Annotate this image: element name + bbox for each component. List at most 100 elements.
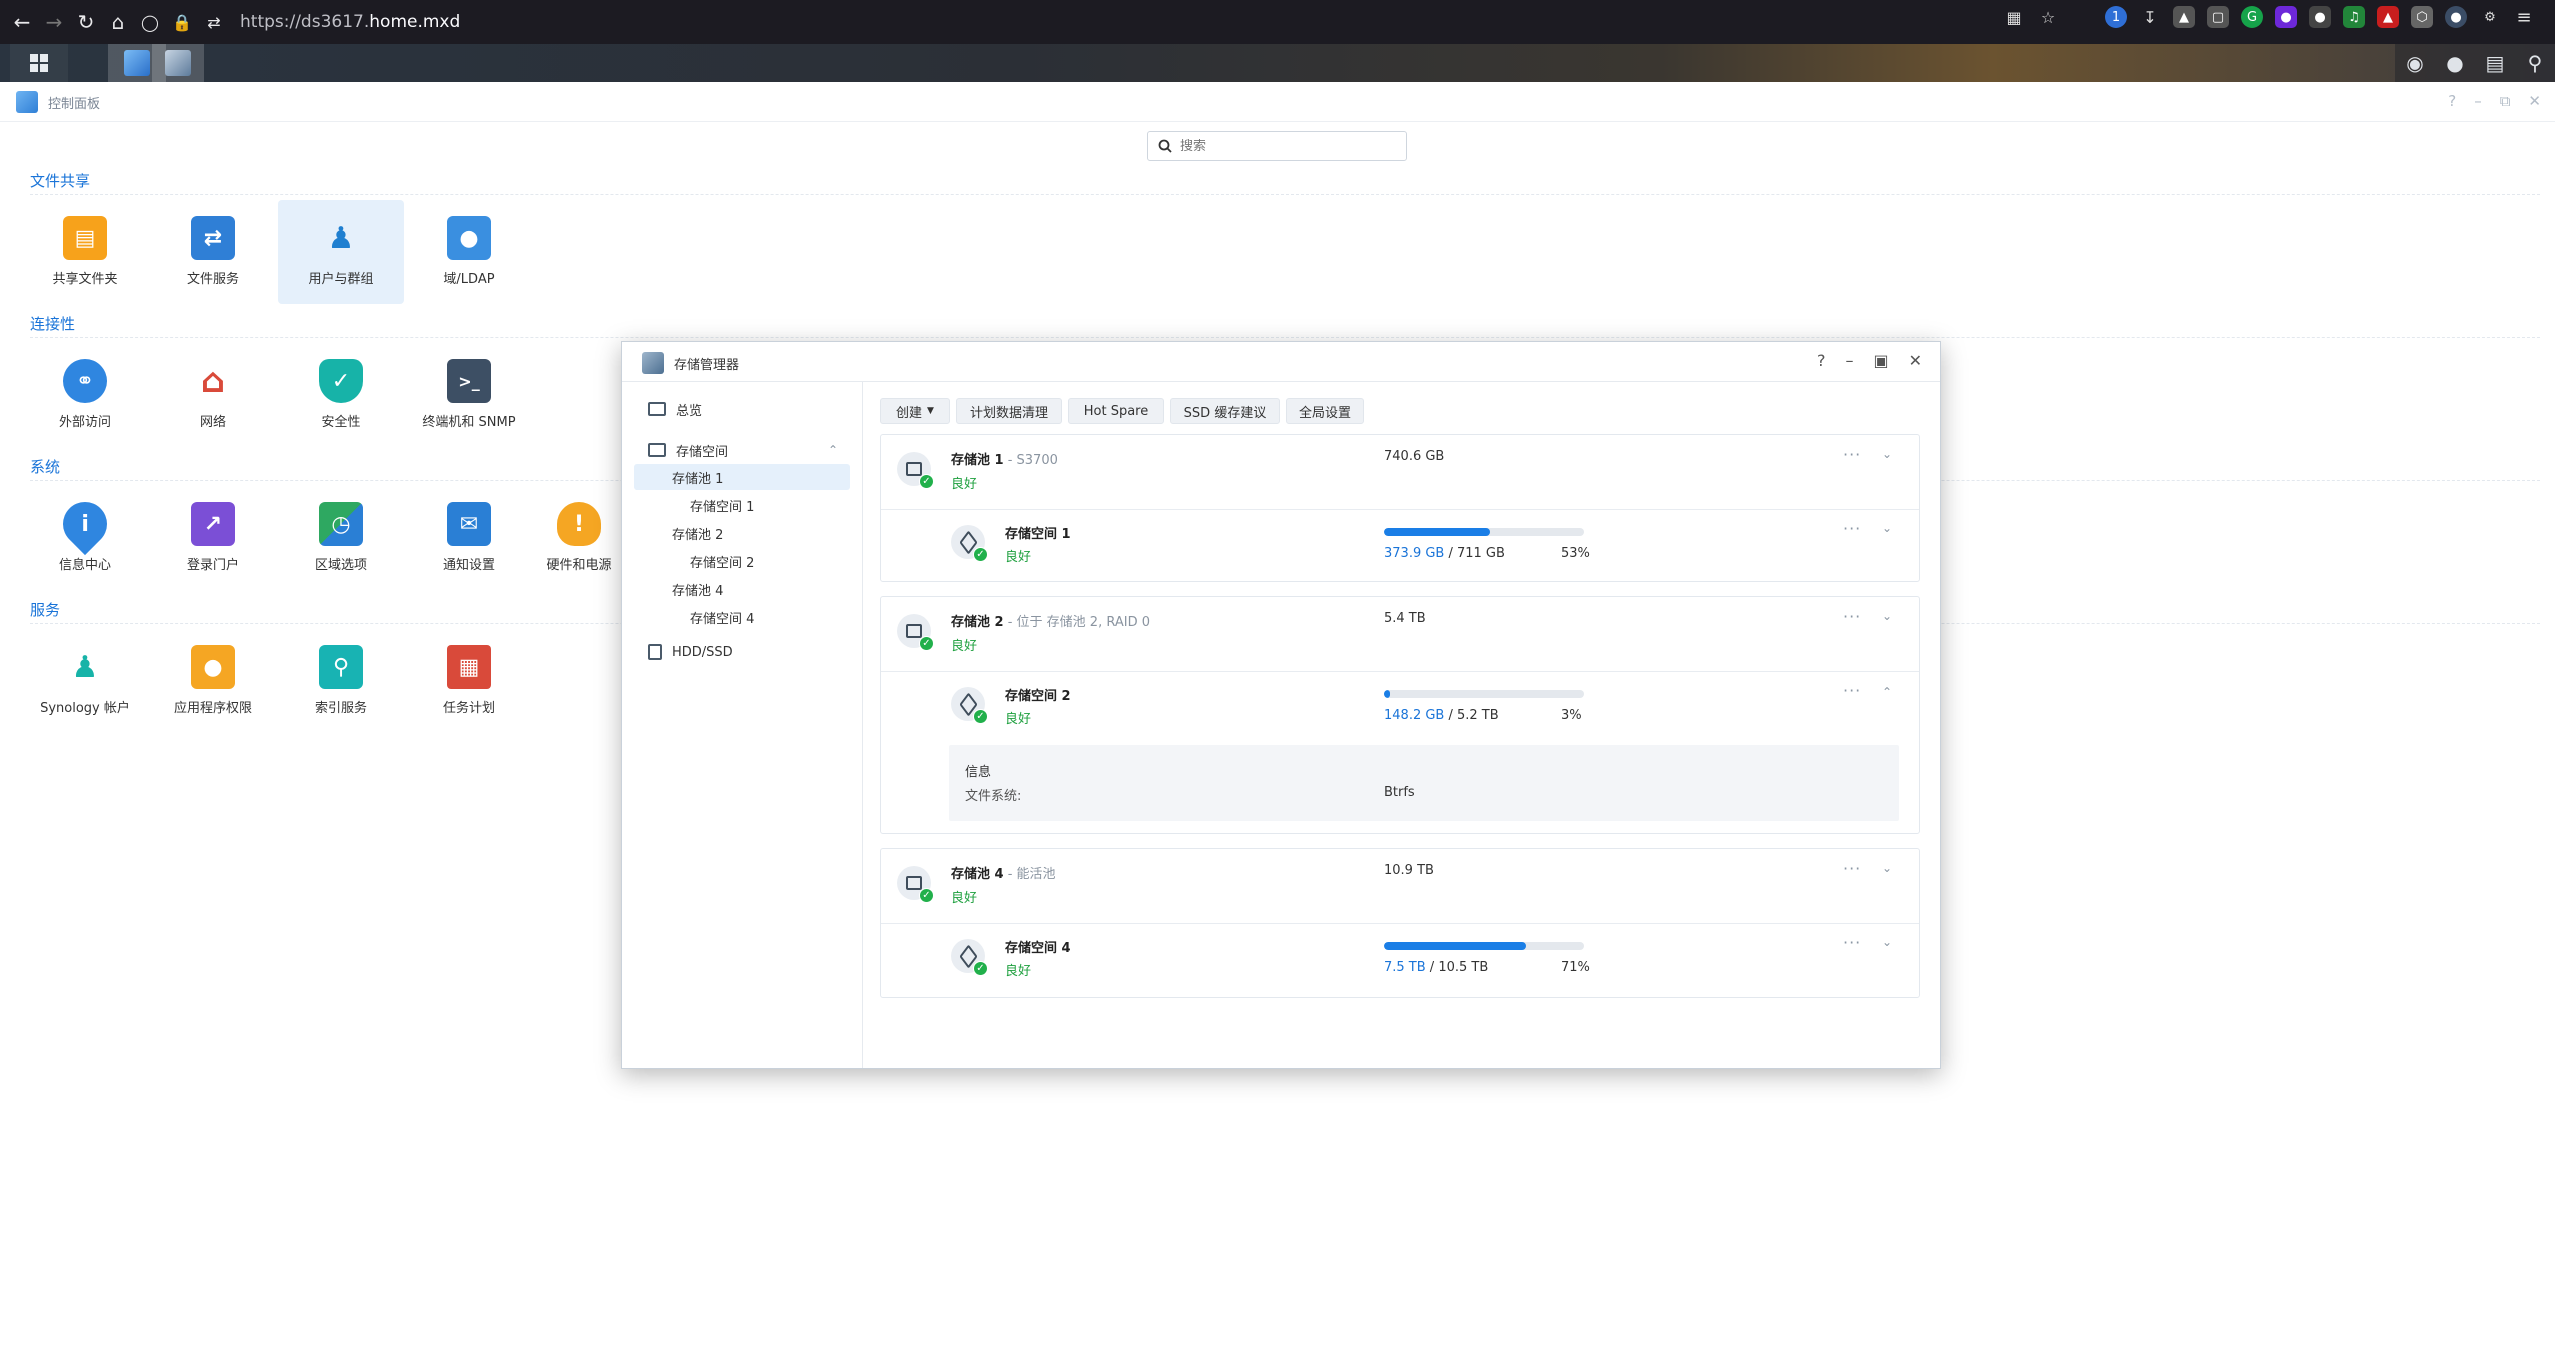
chevron-up-icon[interactable]: ⌃: [1882, 685, 1892, 699]
divider: [30, 194, 2540, 195]
chevron-down-icon[interactable]: ⌄: [1882, 609, 1892, 623]
global-settings-button[interactable]: 全局设置: [1286, 398, 1364, 424]
check-icon: ✓: [973, 709, 988, 724]
pool-icon: ✓: [897, 452, 934, 489]
hot-spare-button[interactable]: Hot Spare: [1068, 398, 1164, 424]
app-security[interactable]: ✓ 安全性: [278, 343, 404, 447]
extension-gray-icon[interactable]: ●: [2309, 6, 2331, 28]
bookmark-star-icon[interactable]: ☆: [2037, 6, 2059, 28]
app-shared-folder[interactable]: ▤ 共享文件夹: [22, 200, 148, 304]
url-bar[interactable]: https://ds3617.home.mxd: [240, 12, 460, 32]
app-terminal-snmp[interactable]: >_ 终端机和 SNMP: [406, 343, 532, 447]
app-user-group[interactable]: ♟ 用户与群组: [278, 200, 404, 304]
minimize-icon[interactable]: –: [2474, 92, 2482, 110]
app-domain-ldap[interactable]: ● 域/LDAP: [406, 200, 532, 304]
nav-pool-2[interactable]: 存储池 2: [634, 520, 850, 546]
main-menu-button[interactable]: [10, 44, 68, 82]
app-synology-account[interactable]: ♟ Synology 帐户: [22, 629, 148, 733]
more-options-icon[interactable]: ···: [1843, 607, 1861, 626]
extension-tab-icon[interactable]: ▢: [2207, 6, 2229, 28]
app-info-center[interactable]: i 信息中心: [22, 486, 148, 590]
chevron-down-icon[interactable]: ⌄: [1882, 521, 1892, 535]
permissions-icon[interactable]: ⇄: [198, 6, 230, 38]
volume-name: 存储空间 1: [1005, 527, 1071, 542]
help-icon[interactable]: ?: [2448, 92, 2456, 110]
app-regional-options[interactable]: ◷ 区域选项: [278, 486, 404, 590]
storage-manager-icon: [165, 50, 191, 76]
forward-icon[interactable]: →: [38, 6, 70, 38]
nav-label: 存储空间 4: [690, 611, 755, 627]
close-icon[interactable]: ✕: [2528, 92, 2541, 110]
chevron-down-icon[interactable]: ⌄: [1882, 861, 1892, 875]
search-input[interactable]: [1180, 138, 1380, 154]
ssd-cache-advisor-button[interactable]: SSD 缓存建议: [1170, 398, 1280, 424]
extension-blue-icon[interactable]: ●: [2445, 6, 2467, 28]
extension-green-icon[interactable]: ♫: [2343, 6, 2365, 28]
app-indexing[interactable]: ⚲ 索引服务: [278, 629, 404, 733]
chevron-down-icon[interactable]: ⌄: [1882, 447, 1892, 461]
extension-hex-icon[interactable]: ⬡: [2411, 6, 2433, 28]
user-icon[interactable]: ●: [2435, 44, 2475, 82]
more-options-icon[interactable]: ···: [1843, 859, 1861, 878]
users-icon: ♟: [327, 220, 355, 256]
extension-purple-icon[interactable]: ●: [2275, 6, 2297, 28]
scrub-schedule-button[interactable]: 计划数据清理: [956, 398, 1062, 424]
more-options-icon[interactable]: ···: [1843, 519, 1861, 538]
extension-red-icon[interactable]: ▲: [2377, 6, 2399, 28]
nav-volume-1[interactable]: 存储空间 1: [634, 492, 850, 518]
app-notification[interactable]: ✉ 通知设置: [406, 486, 532, 590]
nav-pool-1[interactable]: 存储池 1: [634, 464, 850, 490]
nav-storage[interactable]: 存储空间 ⌃: [634, 437, 850, 463]
app-task-scheduler[interactable]: ▦ 任务计划: [406, 629, 532, 733]
volume-info-panel: 信息 文件系统: Btrfs: [949, 745, 1899, 821]
reload-icon[interactable]: ↻: [70, 6, 102, 38]
extension-shield-icon[interactable]: ▲: [2173, 6, 2195, 28]
search-field[interactable]: [1147, 131, 1407, 161]
chevron-up-icon[interactable]: ⌃: [828, 443, 838, 457]
app-login-portal[interactable]: ↗ 登录门户: [150, 486, 276, 590]
chevron-down-icon[interactable]: ⌄: [1882, 935, 1892, 949]
maximize-icon[interactable]: ▣: [1873, 351, 1888, 370]
nav-overview[interactable]: 总览: [634, 396, 850, 422]
volume-status: 良好: [1005, 550, 1032, 565]
back-icon[interactable]: ←: [6, 6, 38, 38]
close-icon[interactable]: ✕: [1909, 351, 1922, 370]
extension-grammarly-icon[interactable]: G: [2241, 6, 2263, 28]
menu-icon[interactable]: ≡: [2513, 6, 2535, 28]
app-file-services[interactable]: ⇄ 文件服务: [150, 200, 276, 304]
home-icon[interactable]: ⌂: [102, 6, 134, 38]
extension-1password-icon[interactable]: 1: [2105, 6, 2127, 28]
minimize-icon[interactable]: –: [1845, 351, 1853, 370]
app-network[interactable]: ⌂ 网络: [150, 343, 276, 447]
taskbar-storage-manager[interactable]: [152, 44, 204, 82]
nav-pool-4[interactable]: 存储池 4: [634, 576, 850, 602]
check-icon: ✓: [919, 474, 934, 489]
pool-name: 存储池 1 - S3700: [951, 453, 1058, 468]
help-icon[interactable]: ?: [1817, 351, 1826, 370]
storage-manager-title: 存储管理器: [674, 358, 740, 373]
dsm-taskbar: ◉ ● ▤ ⚲: [0, 44, 2555, 82]
nav-hdd-ssd[interactable]: HDD/SSD: [634, 639, 850, 665]
more-options-icon[interactable]: ···: [1843, 681, 1861, 700]
shield-icon[interactable]: ◯: [134, 6, 166, 38]
app-hardware-power[interactable]: ! 硬件和电源: [534, 486, 624, 590]
app-privileges[interactable]: ● 应用程序权限: [150, 629, 276, 733]
usage-fill: [1384, 528, 1490, 536]
nav-volume-4[interactable]: 存储空间 4: [634, 604, 850, 630]
app-external-access[interactable]: ⚭ 外部访问: [22, 343, 148, 447]
restore-icon[interactable]: ⧉: [2500, 92, 2511, 110]
extensions-puzzle-icon[interactable]: ⚙: [2479, 6, 2501, 28]
search-icon[interactable]: ⚲: [2515, 44, 2555, 82]
nav-volume-2[interactable]: 存储空间 2: [634, 548, 850, 574]
caret-down-icon: ▼: [927, 406, 934, 416]
chat-icon[interactable]: ◉: [2395, 44, 2435, 82]
widgets-icon[interactable]: ▤: [2475, 44, 2515, 82]
app-label: 网络: [199, 415, 226, 430]
create-button[interactable]: 创建 ▼: [880, 398, 950, 424]
more-options-icon[interactable]: ···: [1843, 933, 1861, 952]
pool-capacity: 10.9 TB: [1384, 863, 1434, 878]
download-icon[interactable]: ↧: [2139, 6, 2161, 28]
more-options-icon[interactable]: ···: [1843, 445, 1861, 464]
qr-icon[interactable]: ▦: [2003, 6, 2025, 28]
storage-sidebar: 总览 存储空间 ⌃ 存储池 1 存储空间 1 存储池 2 存储空间 2 存储池 …: [622, 382, 863, 1068]
